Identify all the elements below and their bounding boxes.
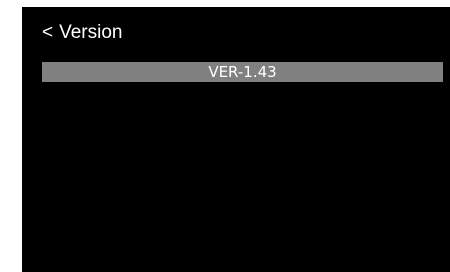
back-arrow-icon: < — [42, 22, 54, 43]
version-value: VER-1.43 — [42, 62, 443, 82]
page-title: Version — [59, 22, 123, 43]
device-screen: < Version VER-1.43 — [22, 7, 450, 272]
back-button[interactable]: < Version — [42, 21, 122, 45]
